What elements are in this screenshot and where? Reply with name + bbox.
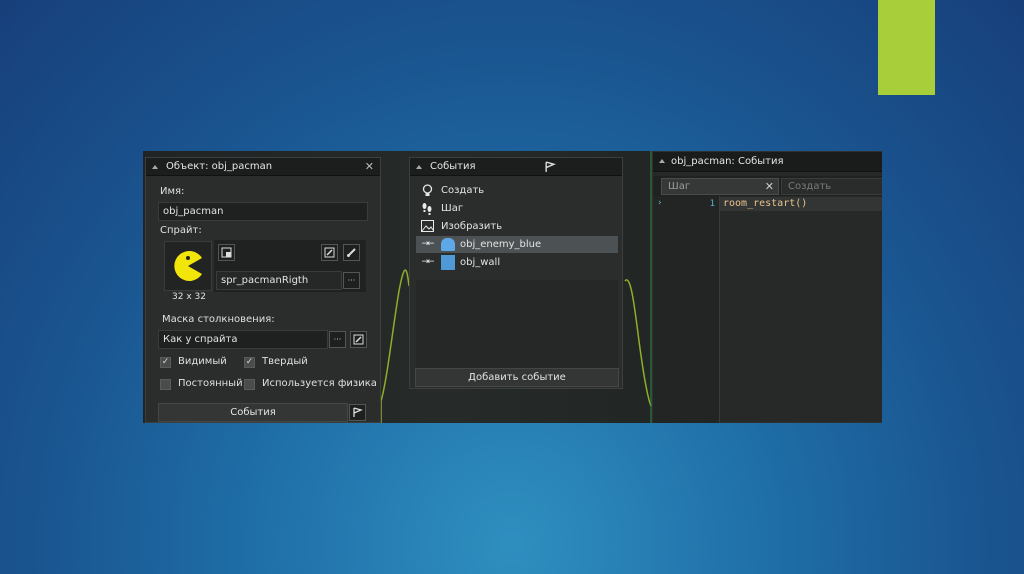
paint-sprite-button[interactable]: [343, 244, 360, 261]
sprite-label: Спрайт:: [160, 225, 202, 236]
event-item-step[interactable]: Шаг: [416, 200, 618, 217]
name-input[interactable]: obj_pacman: [158, 202, 368, 221]
code-gutter: › 1: [653, 196, 720, 423]
event-label: obj_enemy_blue: [460, 239, 542, 250]
event-item-draw[interactable]: Изобразить: [416, 218, 618, 235]
collision-mask-field[interactable]: Как у спрайта: [158, 330, 328, 349]
edit-sprite-button[interactable]: [321, 244, 338, 261]
collision-mask-label: Маска столкновения:: [162, 314, 275, 325]
sprite-preview[interactable]: [164, 241, 212, 291]
footsteps-icon: [420, 202, 434, 215]
checkbox[interactable]: ✓: [244, 357, 255, 368]
wall-sprite-icon: [441, 255, 455, 270]
flag-icon[interactable]: [544, 161, 556, 173]
picture-icon: [420, 220, 434, 233]
event-label: obj_wall: [460, 257, 501, 268]
flag-icon: [353, 407, 363, 417]
event-item-collision-enemy[interactable]: →← obj_enemy_blue: [416, 236, 618, 253]
checkbox[interactable]: [160, 379, 171, 390]
code-line[interactable]: room_restart(): [723, 198, 807, 209]
object-panel: Объект: obj_pacman ✕ Имя: obj_pacman Спр…: [145, 157, 381, 423]
checkbox[interactable]: ✓: [160, 357, 171, 368]
ide-screenshot: Объект: obj_pacman ✕ Имя: obj_pacman Спр…: [143, 151, 882, 423]
checkbox-label: Твердый: [262, 356, 308, 367]
events-panel: События Создать Шаг Изобразить →← obj_en…: [409, 157, 623, 389]
event-label: Изобразить: [441, 221, 503, 232]
event-label: Создать: [441, 185, 485, 196]
event-label: Шаг: [441, 203, 464, 214]
code-panel: obj_pacman: События Шаг ✕ Создать › 1 ro…: [652, 151, 882, 423]
events-list: Создать Шаг Изобразить →← obj_enemy_blue: [410, 180, 624, 280]
events-panel-title: События: [430, 161, 476, 172]
tab-strip: Шаг ✕ Создать: [653, 176, 882, 196]
name-label: Имя:: [160, 186, 185, 197]
slide-accent-bar: [878, 0, 935, 95]
sprite-name-field[interactable]: spr_pacmanRigth: [216, 271, 342, 290]
edit-sprite-icon: [324, 247, 335, 258]
checkbox[interactable]: [244, 379, 255, 390]
pacman-sprite-icon: [174, 251, 202, 281]
code-panel-title: obj_pacman: События: [671, 156, 784, 167]
collapse-triangle-icon[interactable]: [416, 165, 422, 169]
events-panel-titlebar: События: [410, 158, 622, 176]
tab-step-label: Шаг: [668, 181, 691, 192]
line-number: 1: [709, 199, 715, 209]
edit-mask-icon: [353, 334, 364, 345]
tab-create[interactable]: Создать: [781, 178, 882, 195]
new-sprite-icon: [221, 247, 232, 258]
code-panel-titlebar: obj_pacman: События: [653, 152, 882, 172]
new-sprite-button[interactable]: [218, 244, 235, 261]
events-empty-area: [416, 280, 618, 368]
checkbox-label: Используется физика: [262, 378, 377, 389]
ghost-sprite-icon: [441, 238, 455, 251]
mask-edit-button[interactable]: [350, 331, 367, 348]
sprite-size: 32 x 32: [172, 292, 206, 302]
close-icon[interactable]: ✕: [365, 158, 374, 175]
object-panel-titlebar: Объект: obj_pacman ✕: [146, 158, 380, 176]
collision-icon: →←: [421, 257, 434, 267]
brush-icon: [347, 248, 356, 257]
add-event-button[interactable]: Добавить событие: [415, 368, 619, 387]
event-item-collision-wall[interactable]: →← obj_wall: [416, 254, 618, 271]
tab-close-icon[interactable]: ✕: [765, 179, 774, 194]
event-item-create[interactable]: Создать: [416, 182, 618, 199]
mask-browse-button[interactable]: ···: [329, 331, 346, 348]
events-button[interactable]: События: [158, 403, 348, 422]
sprite-browse-button[interactable]: ···: [343, 272, 360, 289]
tab-create-label: Создать: [788, 181, 832, 192]
checkbox-label: Видимый: [178, 356, 227, 367]
lightbulb-icon: [420, 184, 434, 197]
collapse-triangle-icon[interactable]: [152, 165, 158, 169]
collision-icon: →←: [421, 239, 434, 249]
events-flag-button[interactable]: [349, 404, 366, 421]
object-panel-title: Объект: obj_pacman: [166, 161, 273, 172]
tab-step[interactable]: Шаг ✕: [661, 178, 779, 195]
fold-arrow-icon[interactable]: ›: [658, 198, 662, 208]
collapse-triangle-icon[interactable]: [659, 159, 665, 163]
checkbox-label: Постоянный: [178, 378, 243, 389]
